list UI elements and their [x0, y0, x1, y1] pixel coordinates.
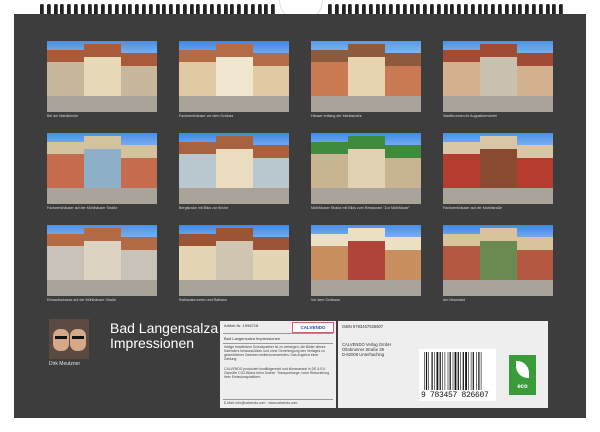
- calendar-title: Bad Langensalza Impressionen: [110, 321, 218, 351]
- eco-badge: eco: [509, 355, 536, 395]
- book-title: Bad Langensalza Impressionen: [224, 336, 281, 341]
- photo-caption: Rathausbrunnen und Rathaus: [179, 298, 227, 302]
- info-box: Artikel-Nr. 1996718 CALVENDO Bad Langens…: [220, 321, 336, 408]
- barcode-number: 9 783457 826607: [421, 391, 489, 400]
- calendar-photo: [311, 225, 421, 296]
- calendar-photo: [47, 225, 157, 296]
- photo-caption: Fachwerkhäuser auf der Marktstraße: [443, 206, 502, 210]
- isbn: ISBN 9783457826607: [342, 324, 384, 329]
- contact-line: E-Mail: info@calvendo.com · www.calvendo…: [224, 401, 298, 405]
- photo-caption: Mühlhäuser Straße mit Blick zum Restaura…: [311, 206, 410, 210]
- calendar-photo: [443, 225, 553, 296]
- calendar-photo: [179, 133, 289, 204]
- title-line-1: Bad Langensalza: [110, 320, 219, 336]
- author-photo: [49, 319, 89, 359]
- publisher-box: ISBN 9783457826607 CALVENDO Verlag GmbH …: [338, 321, 548, 408]
- article-number: Artikel-Nr. 1996718: [224, 323, 259, 328]
- photo-caption: Vor dem Schlosse: [311, 298, 340, 302]
- calendar-photo: [311, 41, 421, 112]
- description-2: CALVENDO produziert konfliktgerecht und …: [224, 367, 330, 379]
- description: Infolge bewährtem Schutzpartner ist zu v…: [224, 345, 326, 361]
- calvendo-logo: CALVENDO: [292, 322, 334, 333]
- photo-caption: Stadtbrunnen im Augustinerviertel: [443, 114, 497, 118]
- author-name: Dirk Meutzner: [49, 361, 81, 367]
- calendar-photo: [311, 133, 421, 204]
- photo-caption: Fachwerkhäuser auf der Mühlhäuser Straße: [47, 206, 118, 210]
- photo-caption: Bei der Marktkirche: [47, 114, 78, 118]
- leaf-icon: [516, 361, 529, 378]
- calendar-photo: [47, 41, 157, 112]
- eco-label: eco: [517, 384, 528, 390]
- calendar-photo: [443, 41, 553, 112]
- photo-caption: Bergstraße mit Blick zur Kirche: [179, 206, 229, 210]
- barcode-bars: [424, 352, 482, 390]
- photo-caption: Häuser entlang der Marktstraße: [311, 114, 362, 118]
- title-line-2: Impressionen: [110, 335, 195, 351]
- calendar-photo: [47, 133, 157, 204]
- photo-caption: Fachwerkhäuser vor dem Schloss: [179, 114, 234, 118]
- calendar-photo: [179, 225, 289, 296]
- publisher-city: D-82008 Unterhaching: [342, 352, 385, 357]
- photo-caption: Einkaufsstrasse auf der Mühlhäuser Straß…: [47, 298, 117, 302]
- barcode: 9 783457 826607: [419, 349, 496, 401]
- photo-caption: Am Neumarkt: [443, 298, 465, 302]
- calendar-photo: [179, 41, 289, 112]
- calendar-photo: [443, 133, 553, 204]
